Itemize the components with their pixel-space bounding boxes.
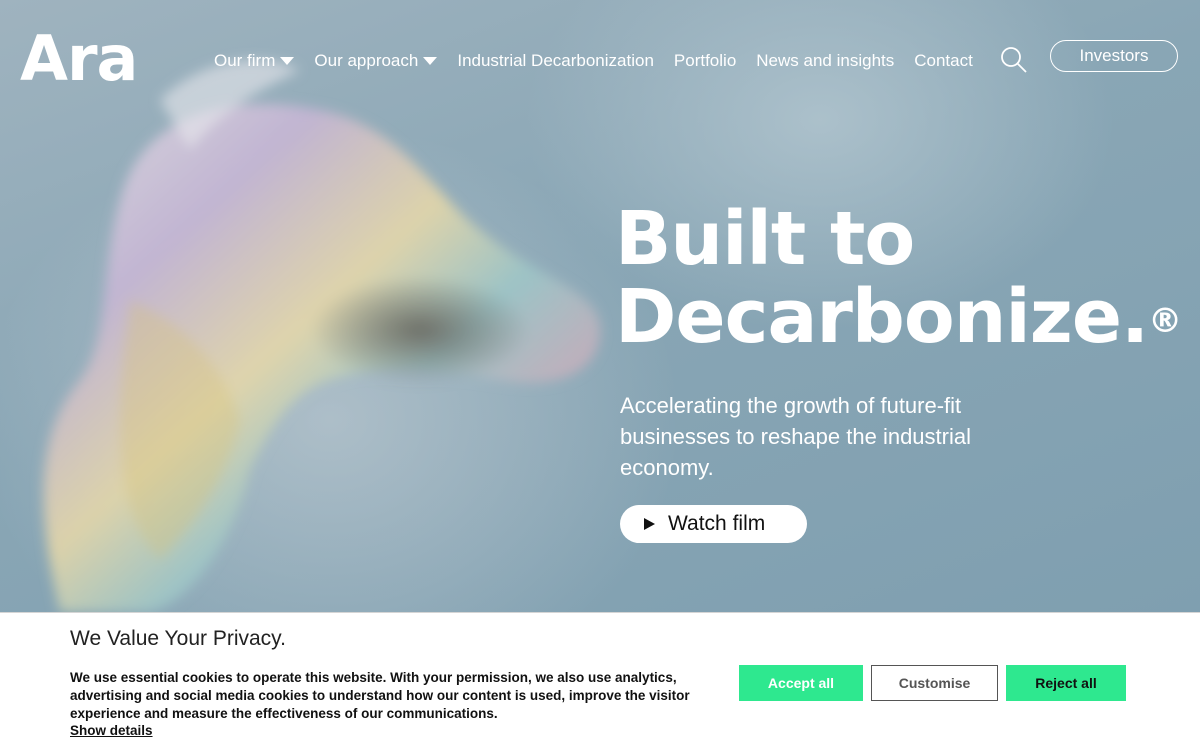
nav-item-label: Our approach [314,51,419,70]
accept-all-button[interactable]: Accept all [739,665,863,701]
nav-item-our-approach[interactable]: Our approach [314,51,438,71]
nav-item-label: Our firm [214,51,276,70]
show-details-link[interactable]: Show details [70,723,153,738]
registered-mark: ® [1148,301,1182,341]
nav-item-news-and-insights[interactable]: News and insights [756,51,894,71]
nav-item-our-firm[interactable]: Our firm [214,51,295,71]
caret-down-icon [423,57,438,65]
hero-subtitle: Accelerating the growth of future-fit bu… [620,393,971,480]
caret-down-icon [280,57,295,65]
reject-all-button[interactable]: Reject all [1006,665,1126,701]
cookie-title: We Value Your Privacy. [70,627,286,650]
nav-item-industrial-decarbonization[interactable]: Industrial Decarbonization [457,51,654,71]
nav-item-contact[interactable]: Contact [914,51,973,71]
main-nav: Our firm Our approach Industrial Decarbo… [214,50,993,72]
headline-line-2: Decarbonize. [615,274,1149,360]
cookie-banner: We Value Your Privacy. We use essential … [0,612,1200,750]
ara-logo[interactable]: Ara [20,28,138,90]
watch-film-button[interactable]: Watch film [620,505,807,543]
headline-line-1: Built to [615,196,915,282]
nav-item-portfolio[interactable]: Portfolio [674,51,736,71]
investors-button[interactable]: Investors [1050,40,1178,72]
hero-headline: Built to Decarbonize.® [615,200,1195,356]
watch-film-label: Watch film [668,512,766,535]
play-icon [644,518,655,530]
customise-button[interactable]: Customise [871,665,998,701]
search-icon[interactable] [1000,46,1028,74]
cookie-body: We use essential cookies to operate this… [70,670,690,721]
page: Ara Our firm Our approach Industrial Dec… [0,0,1200,750]
